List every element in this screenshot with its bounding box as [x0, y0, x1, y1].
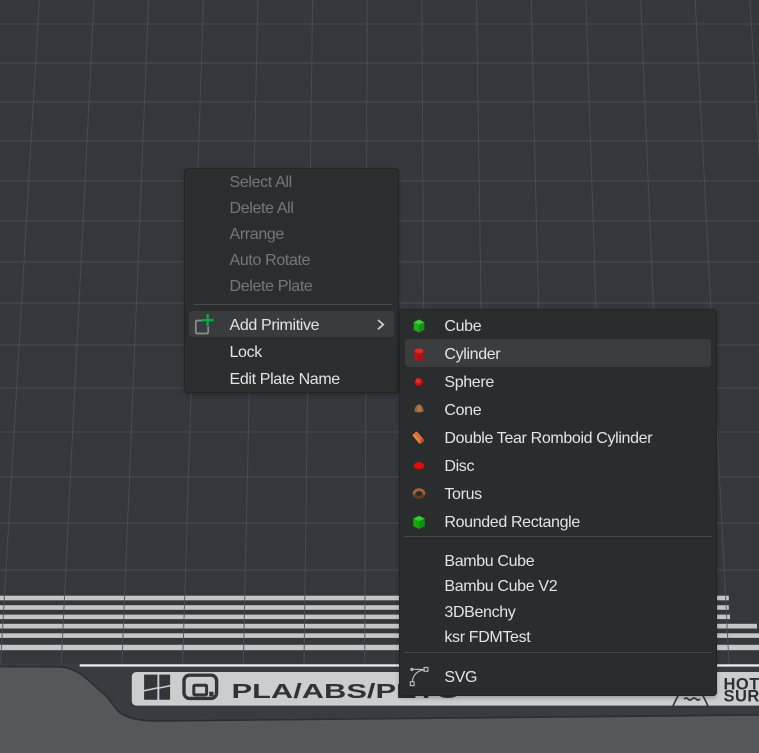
svg-text:SURF: SURF	[724, 688, 759, 706]
